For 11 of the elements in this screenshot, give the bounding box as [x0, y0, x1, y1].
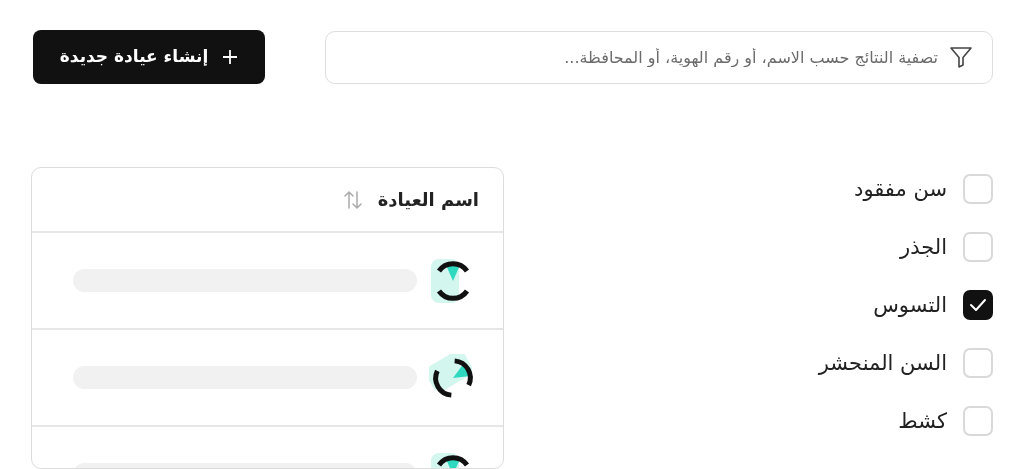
- filter-label: الجذر: [900, 234, 947, 261]
- sort-icon[interactable]: [341, 189, 364, 210]
- plus-icon: [222, 49, 239, 65]
- filter-label: كشط: [898, 408, 947, 435]
- checkbox[interactable]: [963, 290, 993, 320]
- check-icon: [969, 298, 987, 312]
- filter-label: سن مفقود: [854, 176, 947, 203]
- column-header[interactable]: اسم العيادة: [377, 186, 479, 213]
- create-clinic-button[interactable]: إنشاء عيادة جديدة: [33, 30, 265, 84]
- filter-label: السن المنحشر: [818, 350, 947, 377]
- filter-label: التسوس: [873, 292, 947, 319]
